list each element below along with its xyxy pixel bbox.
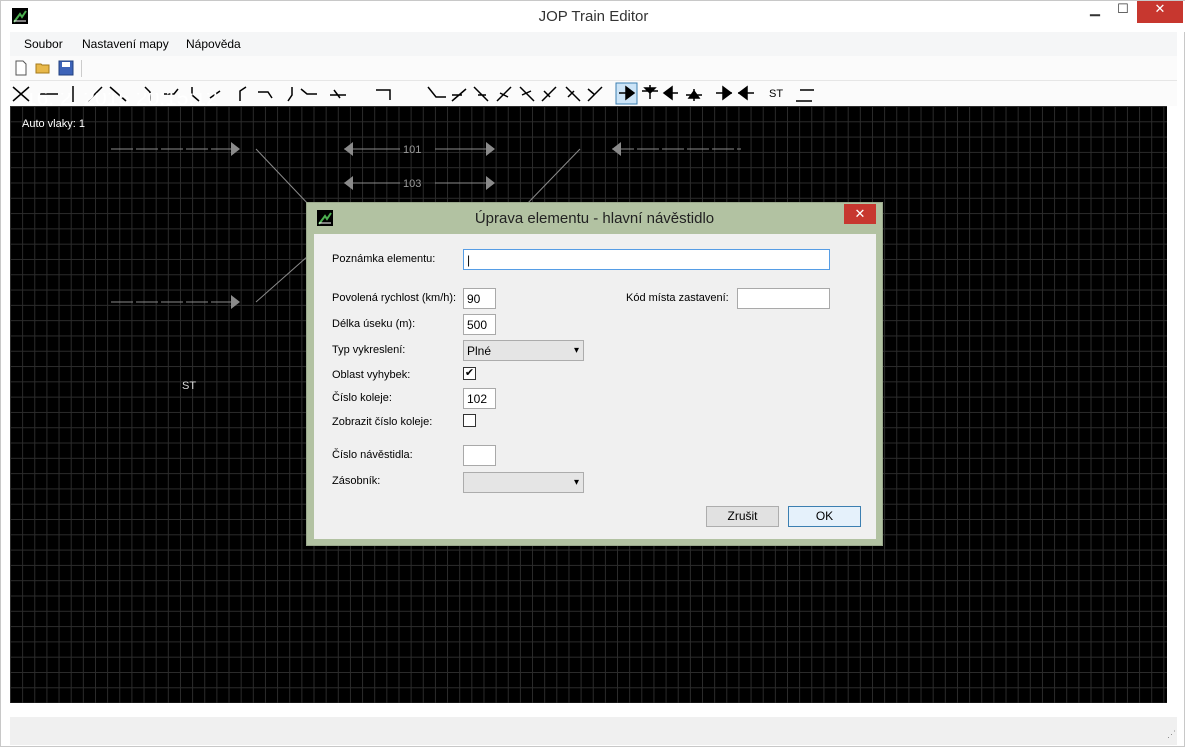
status-bar bbox=[10, 717, 1177, 745]
stop-code-label: Kód místa zastavení: bbox=[626, 292, 729, 304]
app-window: JOP Train Editor ▁ ☐ ✕ Soubor Nastavení … bbox=[0, 0, 1185, 747]
signal-number-input[interactable] bbox=[463, 445, 496, 466]
length-input[interactable]: 500 bbox=[463, 314, 496, 335]
draw-type-label: Typ vykreslení: bbox=[332, 344, 406, 356]
toolbar-separator bbox=[81, 60, 82, 77]
stack-label: Zásobník: bbox=[332, 475, 381, 487]
track-number-label: Číslo koleje: bbox=[332, 392, 392, 404]
menu-help[interactable]: Nápověda bbox=[186, 37, 241, 51]
dialog-body: Poznámka elementu: | Povolená rychlost (… bbox=[314, 234, 876, 539]
close-window-button[interactable]: ✕ bbox=[1137, 1, 1183, 23]
file-toolbar bbox=[10, 56, 1177, 81]
maximize-button[interactable]: ☐ bbox=[1109, 1, 1137, 23]
show-track-number-label: Zobrazit číslo koleje: bbox=[332, 416, 433, 428]
speed-input[interactable]: 90 bbox=[463, 288, 496, 309]
save-icon[interactable] bbox=[58, 60, 74, 76]
menu-map-settings[interactable]: Nastavení mapy bbox=[82, 37, 169, 51]
new-file-icon[interactable] bbox=[13, 60, 29, 76]
draw-type-select[interactable]: Plné ▾ bbox=[463, 340, 584, 361]
clock-display: 16. 2. 2015 20:15:12 bbox=[25, 93, 218, 107]
cancel-button[interactable]: Zrušit bbox=[706, 506, 779, 527]
switch-area-label: Oblast vyhybek: bbox=[332, 369, 411, 381]
minimize-button[interactable]: ▁ bbox=[1081, 1, 1109, 23]
track-number-input[interactable]: 102 bbox=[463, 388, 496, 409]
show-track-number-checkbox[interactable] bbox=[463, 414, 476, 427]
note-label: Poznámka elementu: bbox=[332, 253, 436, 265]
track-label-101: 101 bbox=[403, 144, 421, 156]
resize-grip-icon[interactable]: ⋰ bbox=[1167, 729, 1176, 740]
dialog-close-button[interactable]: ✕ bbox=[844, 204, 876, 224]
stack-select[interactable]: ▾ bbox=[463, 472, 584, 493]
title-bar: JOP Train Editor ▁ ☐ ✕ bbox=[1, 1, 1185, 32]
speed-label: Povolená rychlost (km/h): bbox=[332, 292, 457, 304]
draw-type-value: Plné bbox=[467, 344, 492, 358]
auto-trains-counter: Auto vlaky: 1 bbox=[22, 118, 85, 130]
signal-number-label: Číslo návěstidla: bbox=[332, 449, 413, 461]
note-input[interactable]: | bbox=[463, 249, 830, 270]
open-folder-icon[interactable] bbox=[35, 60, 51, 76]
st-tool-label: ST bbox=[769, 88, 783, 100]
stop-code-input[interactable] bbox=[737, 288, 830, 309]
switch-area-checkbox[interactable]: ✔ bbox=[463, 367, 476, 380]
ok-button[interactable]: OK bbox=[788, 506, 861, 527]
menu-file[interactable]: Soubor bbox=[24, 37, 63, 51]
station-label: ST bbox=[182, 380, 196, 392]
dialog-title: Úprava elementu - hlavní návěstidlo bbox=[474, 210, 715, 227]
edit-element-dialog: Úprava elementu - hlavní návěstidlo ✕ Po… bbox=[306, 202, 883, 546]
chevron-down-icon: ▾ bbox=[573, 345, 579, 356]
track-label-103: 103 bbox=[403, 178, 421, 190]
chevron-down-icon: ▾ bbox=[573, 477, 579, 488]
length-label: Délka úseku (m): bbox=[332, 318, 416, 330]
window-title: JOP Train Editor bbox=[538, 8, 649, 25]
menu-bar: Soubor Nastavení mapy Nápověda bbox=[10, 32, 1177, 56]
